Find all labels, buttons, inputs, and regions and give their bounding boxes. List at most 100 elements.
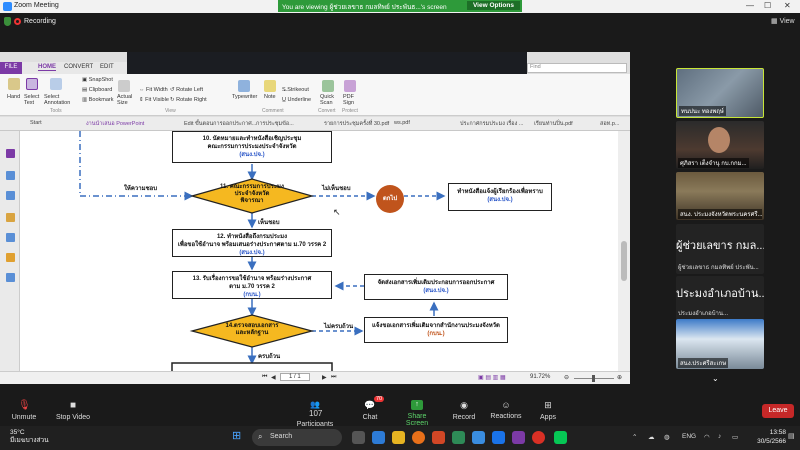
edge-icon[interactable] — [472, 431, 485, 444]
chat-button[interactable]: 💬 70 Chat — [358, 396, 385, 421]
bookmarks-icon[interactable] — [6, 149, 15, 158]
word-icon[interactable] — [492, 431, 505, 444]
notification-icon[interactable]: ▤ — [788, 432, 795, 440]
typewriter-icon[interactable] — [238, 80, 250, 92]
quick-scan-button[interactable]: Quick Scan — [320, 94, 336, 106]
language-indicator[interactable]: ENG — [682, 433, 696, 440]
view-mode-icons[interactable]: ▣ ▤ ▥ ▦ — [478, 374, 506, 381]
participant-video-2[interactable]: ศุภิสรา เต็งจำนุ กบ.กกม... — [676, 121, 764, 169]
layers-icon[interactable] — [6, 191, 15, 200]
doc-tab-letter[interactable]: เรียนท่านปิ่น.pdf — [534, 120, 573, 128]
note-button[interactable]: Note — [264, 94, 276, 100]
doc-tab-edit[interactable]: Edit ขั้นตอนการออกประกาศ... — [184, 120, 256, 128]
doc-tab-powerpoint[interactable]: งานนำเสนอ PowerPoint — [86, 120, 144, 128]
hand-icon[interactable] — [8, 78, 20, 90]
prev-page-icon[interactable]: ◀ — [271, 374, 276, 381]
doc-tab-agenda[interactable]: รายการประชุมครั้งที่ 30.pdf — [324, 120, 389, 128]
minimize-icon[interactable]: — — [746, 1, 754, 10]
participants-button[interactable]: 👥 107 Participants — [292, 400, 338, 428]
foxit-icon[interactable] — [512, 431, 525, 444]
firefox-icon[interactable] — [412, 431, 425, 444]
doc-tab-announcement[interactable]: ประกาศกรมประมง เรื่อง ... — [460, 120, 523, 128]
actual-size-button[interactable]: Actual Size — [117, 94, 133, 106]
task-view-icon[interactable] — [352, 431, 365, 444]
apps-button[interactable]: ⊞ Apps — [536, 400, 560, 421]
powerpoint-icon[interactable] — [432, 431, 445, 444]
doc-tab-more[interactable]: สอท.p... — [600, 120, 619, 128]
snapshot-button[interactable]: ▣ SnapShot — [82, 77, 113, 83]
underline-button[interactable]: U̲ Underline — [282, 97, 311, 103]
participant-tile-4[interactable]: ผู้ช่วยเลขาร กมล... ผู้ช่วยเลขาธ กมลทิพย… — [676, 224, 764, 274]
rotate-right-button[interactable]: ↻ Rotate Right — [170, 97, 207, 103]
rotate-left-button[interactable]: ↺ Rotate Left — [170, 87, 203, 93]
doc-tab-meeting[interactable]: การประชุมข้อ... — [256, 120, 294, 128]
close-icon[interactable]: ✕ — [784, 1, 791, 10]
security-icon[interactable] — [6, 253, 15, 262]
actual-size-icon[interactable] — [118, 80, 130, 92]
participant-tile-5[interactable]: ประมงอำเภอบ้าน... ประมงอำเภอบ้าน... — [676, 276, 764, 320]
bookmark-button[interactable]: ▥ Bookmark — [82, 97, 114, 103]
reactions-button[interactable]: ☺ Reactions — [490, 400, 522, 420]
quick-scan-icon[interactable] — [322, 80, 334, 92]
strikeout-button[interactable]: S̶ Strikeout — [282, 87, 309, 93]
comments-icon[interactable] — [6, 213, 15, 222]
pages-icon[interactable] — [6, 171, 15, 180]
record-button[interactable]: ◉ Record — [452, 400, 476, 421]
tray-cloud-icon[interactable]: ☁ — [648, 433, 655, 441]
doc-tab-ws[interactable]: ws.pdf — [394, 120, 410, 126]
excel-icon[interactable] — [452, 431, 465, 444]
select-annotation-icon[interactable] — [50, 78, 62, 90]
weather-widget[interactable]: 35°C มีเมฆบางส่วน — [10, 429, 49, 445]
find-input[interactable]: Find — [527, 63, 627, 73]
unmute-button[interactable]: 🎙 Unmute — [10, 400, 38, 421]
view-options-button[interactable]: View Options — [466, 1, 520, 10]
participant-video-6[interactable]: สนง.ประศรีสะเกษ — [676, 319, 764, 369]
volume-icon[interactable]: ♪ — [718, 433, 721, 440]
zoom-out-icon[interactable]: ⊖ — [564, 374, 569, 381]
tab-edit[interactable]: EDIT — [100, 64, 114, 70]
view-button[interactable]: ▦ View — [771, 17, 795, 25]
pdf-sign-icon[interactable] — [344, 80, 356, 92]
tab-convert[interactable]: CONVERT — [64, 64, 93, 70]
attachments-icon[interactable] — [6, 233, 15, 242]
next-page-icon[interactable]: ▶ — [322, 374, 327, 381]
select-text-button[interactable]: Select Text — [24, 94, 42, 106]
note-icon[interactable] — [264, 80, 276, 92]
tab-home[interactable]: HOME — [38, 64, 56, 71]
select-text-icon[interactable] — [26, 78, 38, 90]
page-number-input[interactable]: 1 / 1 — [280, 373, 310, 381]
select-annotation-button[interactable]: Select Annotation — [44, 94, 74, 106]
zoom-taskbar-icon[interactable] — [372, 431, 385, 444]
clipboard-button[interactable]: ▤ Clipboard — [82, 87, 112, 93]
line-app-icon[interactable] — [554, 431, 567, 444]
scroll-thumb[interactable] — [621, 241, 627, 281]
zoom-slider-thumb[interactable] — [592, 375, 595, 382]
tab-file[interactable]: FILE — [0, 62, 22, 74]
zoom-in-icon[interactable]: ⊕ — [617, 374, 622, 381]
wifi-icon[interactable]: ◠ — [704, 433, 710, 441]
typewriter-button[interactable]: Typewriter — [232, 94, 257, 100]
pdf-vertical-scrollbar[interactable] — [618, 131, 630, 371]
taskbar-clock[interactable]: 13:58 30/5/2566 — [754, 428, 786, 446]
leave-button[interactable]: Leave — [762, 404, 794, 418]
stop-video-button[interactable]: ■ Stop Video — [55, 400, 91, 421]
battery-icon[interactable]: ▭ — [732, 433, 738, 441]
participant-video-1[interactable]: ทนปนะ ทองพฤษ์ — [676, 68, 764, 118]
zoom-level[interactable]: 91.72% — [530, 374, 550, 380]
participant-video-3[interactable]: สนง. ประมงจังหวัดพระนครศรี... — [676, 172, 764, 220]
gallery-scroll-down-icon[interactable]: ⌄ — [712, 374, 719, 383]
maximize-icon[interactable]: ☐ — [764, 1, 771, 10]
hand-button[interactable]: Hand — [7, 94, 20, 100]
first-page-icon[interactable]: ⏮ — [262, 374, 267, 381]
windows-start-icon[interactable]: ⊞ — [232, 430, 245, 443]
chrome-icon[interactable] — [532, 431, 545, 444]
signature-icon[interactable] — [6, 273, 15, 282]
security-shield-icon[interactable] — [4, 17, 11, 26]
last-page-icon[interactable]: ⏭ — [331, 374, 336, 381]
taskbar-search[interactable]: Search — [252, 429, 342, 446]
doc-tab-start[interactable]: Start — [30, 120, 42, 126]
pdf-sign-button[interactable]: PDF Sign — [343, 94, 359, 106]
file-explorer-icon[interactable] — [392, 431, 405, 444]
tray-app-icon[interactable]: ◍ — [664, 433, 670, 441]
tray-overflow-icon[interactable]: ⌃ — [632, 433, 637, 441]
